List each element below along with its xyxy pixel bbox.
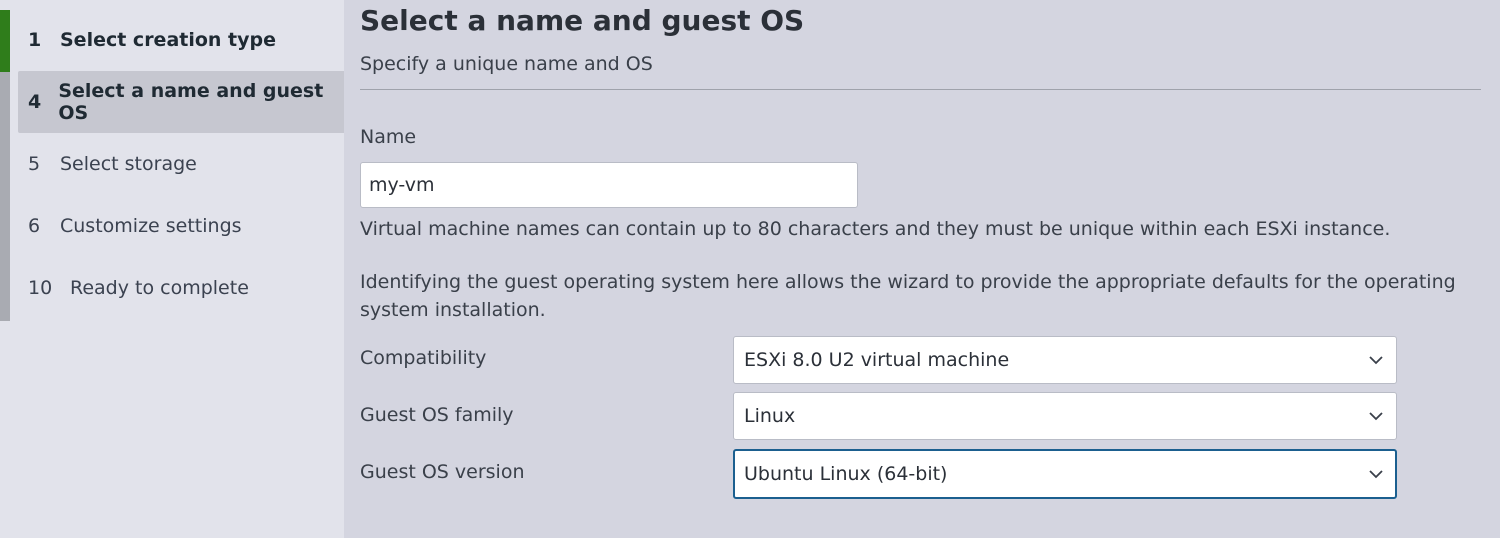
chevron-down-icon [1366,350,1386,370]
step-number: 10 [28,277,53,299]
step-number: 5 [28,153,41,175]
chevron-down-icon [1366,406,1386,426]
guest-os-family-label: Guest OS family [360,404,514,426]
step-label: Customize settings [60,215,242,237]
compatibility-select[interactable]: ESXi 8.0 U2 virtual machine [733,336,1397,384]
page-subtitle: Specify a unique name and OS [360,53,653,75]
step-select-creation-type[interactable]: 1 Select creation type [18,9,344,71]
step-progress-completed [0,10,10,72]
step-label: Ready to complete [70,277,249,299]
step-number: 4 [28,91,42,113]
step-number: 6 [28,215,41,237]
guest-os-version-select[interactable]: Ubuntu Linux (64-bit) [733,449,1397,499]
step-select-storage[interactable]: 5 Select storage [18,133,344,195]
step-number: 1 [28,29,42,51]
step-customize-settings[interactable]: 6 Customize settings [18,195,344,257]
compatibility-label: Compatibility [360,347,487,369]
step-select-name-and-guest-os[interactable]: 4 Select a name and guest OS [18,71,344,133]
guest-os-version-value: Ubuntu Linux (64-bit) [744,463,948,485]
create-vm-wizard: 1 Select creation type 4 Select a name a… [0,0,1500,538]
step-label: Select creation type [60,29,277,51]
guest-os-family-select[interactable]: Linux [733,392,1397,440]
wizard-steps-sidebar: 1 Select creation type 4 Select a name a… [0,0,344,538]
guest-os-version-label: Guest OS version [360,461,525,483]
guest-os-family-value: Linux [744,405,796,427]
chevron-down-icon [1366,464,1386,484]
wizard-page-content: Select a name and guest OS Specify a uni… [344,0,1500,538]
page-title: Select a name and guest OS [360,4,805,37]
compatibility-value: ESXi 8.0 U2 virtual machine [744,349,1010,371]
name-help-text: Virtual machine names can contain up to … [360,218,1391,240]
guest-os-help-text: Identifying the guest operating system h… [360,271,1456,321]
vm-name-input[interactable] [360,162,858,208]
header-divider [360,89,1481,90]
step-label: Select a name and guest OS [58,80,324,124]
step-ready-to-complete[interactable]: 10 Ready to complete [18,257,344,319]
step-label: Select storage [60,153,197,175]
name-label: Name [360,126,417,148]
